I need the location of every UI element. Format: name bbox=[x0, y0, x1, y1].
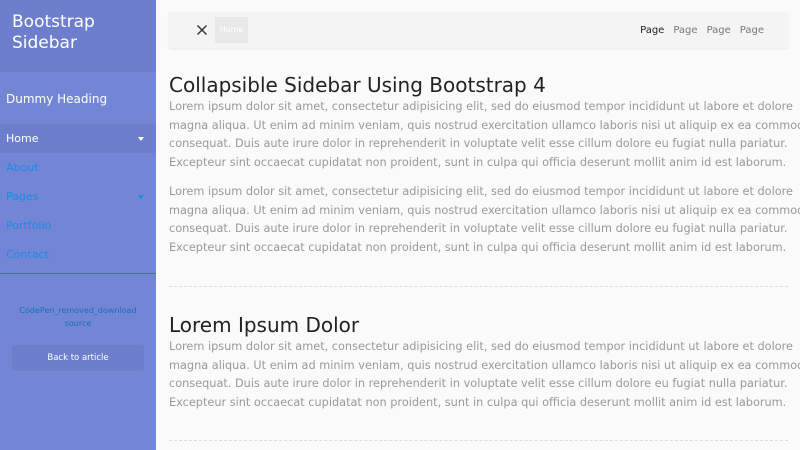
section-heading: Lorem Ipsum Dolor bbox=[169, 313, 360, 337]
sidebar-item-contact[interactable]: Contact bbox=[0, 240, 156, 269]
paragraph: Lorem ipsum dolor sit amet, consectetur … bbox=[169, 338, 800, 413]
sidebar-toggle-button[interactable] bbox=[189, 17, 215, 43]
sidebar-item-pages[interactable]: Pages bbox=[0, 182, 156, 211]
sidebar-title: Bootstrap Sidebar bbox=[12, 12, 144, 54]
back-to-article-button[interactable]: Back to article bbox=[12, 345, 144, 371]
sidebar: Bootstrap Sidebar Dummy Heading Home Abo… bbox=[0, 0, 156, 450]
paragraph-line: consequat. Duis aute irure dolor in repr… bbox=[169, 137, 788, 151]
page-title: Collapsible Sidebar Using Bootstrap 4 bbox=[169, 73, 546, 97]
main-content: Home Page Page Page Page Collapsible Sid… bbox=[156, 0, 800, 450]
nav-link-page[interactable]: Page bbox=[740, 25, 764, 36]
paragraph-line: magna aliqua. Ut enim ad minim veniam, q… bbox=[169, 203, 800, 217]
paragraph-line: Lorem ipsum dolor sit amet, consectetur … bbox=[169, 340, 793, 353]
paragraph-line: Excepteur sint occaecat cupidatat non pr… bbox=[169, 396, 787, 410]
paragraph-line: magna aliqua. Ut enim ad minim veniam, q… bbox=[169, 358, 800, 372]
sidebar-header: Bootstrap Sidebar bbox=[0, 0, 156, 72]
section-collapsible-sidebar: Collapsible Sidebar Using Bootstrap 4 Lo… bbox=[169, 72, 800, 258]
download-link-line2: source bbox=[64, 319, 92, 328]
section-lorem-ipsum: Lorem Ipsum Dolor Lorem ipsum dolor sit … bbox=[169, 312, 800, 413]
paragraph: Lorem ipsum dolor sit amet, consectetur … bbox=[169, 183, 800, 258]
section-divider bbox=[169, 440, 788, 441]
sidebar-item-label: Pages bbox=[6, 190, 39, 203]
sidebar-item-label: Portfolio bbox=[6, 219, 52, 232]
home-chip[interactable]: Home bbox=[215, 17, 248, 43]
sidebar-item-label: About bbox=[6, 161, 39, 174]
section-divider bbox=[169, 286, 788, 287]
paragraph-line: consequat. Duis aute irure dolor in repr… bbox=[169, 377, 788, 391]
paragraph-line: Excepteur sint occaecat cupidatat non pr… bbox=[169, 156, 787, 170]
paragraph-line: Excepteur sint occaecat cupidatat non pr… bbox=[169, 240, 787, 254]
paragraph-line: Lorem ipsum dolor sit amet, consectetur … bbox=[169, 100, 793, 113]
paragraph-line: consequat. Duis aute irure dolor in repr… bbox=[169, 222, 788, 236]
paragraph: Lorem ipsum dolor sit amet, consectetur … bbox=[169, 98, 800, 173]
menu-spacer bbox=[0, 269, 156, 273]
sidebar-item-label: Contact bbox=[6, 248, 49, 261]
sidebar-item-about[interactable]: About bbox=[0, 153, 156, 182]
sidebar-item-portfolio[interactable]: Portfolio bbox=[0, 211, 156, 240]
nav-links: Page Page Page Page bbox=[640, 12, 764, 48]
close-icon bbox=[197, 25, 207, 35]
sidebar-title-line2: Sidebar bbox=[12, 33, 77, 53]
nav-link-page[interactable]: Page bbox=[640, 25, 664, 36]
sidebar-title-line1: Bootstrap bbox=[12, 12, 95, 32]
dummy-heading: Dummy Heading bbox=[6, 92, 108, 106]
sidebar-item-home[interactable]: Home bbox=[0, 124, 156, 153]
caret-down-icon bbox=[138, 137, 144, 141]
paragraph-line: magna aliqua. Ut enim ad minim veniam, q… bbox=[169, 118, 800, 132]
top-navbar: Home Page Page Page Page bbox=[169, 12, 788, 48]
caret-down-icon bbox=[138, 195, 144, 199]
paragraph-line: Lorem ipsum dolor sit amet, consectetur … bbox=[169, 184, 793, 198]
download-link-line1: CodePen_removed_download bbox=[19, 306, 137, 315]
sidebar-item-label: Home bbox=[6, 132, 39, 145]
nav-link-page[interactable]: Page bbox=[673, 25, 697, 36]
nav-link-page[interactable]: Page bbox=[707, 25, 731, 36]
download-source-link[interactable]: CodePen_removed_download source bbox=[0, 304, 156, 330]
sidebar-menu: Home About Pages Portfolio Contact bbox=[0, 124, 156, 274]
